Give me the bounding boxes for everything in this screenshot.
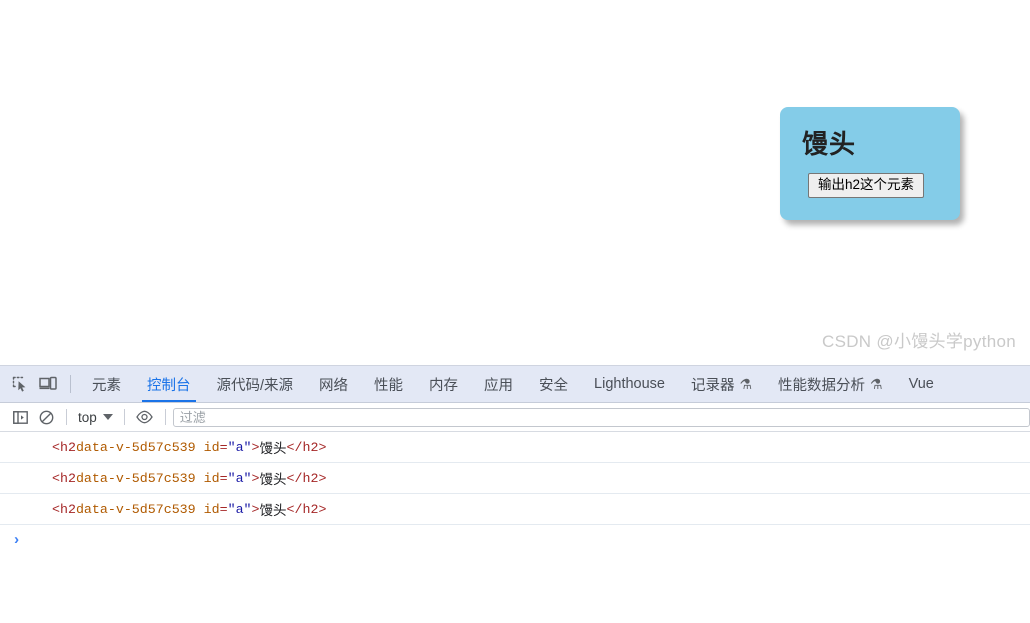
console-row[interactable]: <h2 data-v-5d57c539 id = "a" > 馒头 </h2>	[0, 432, 1030, 463]
tag-end: </h2>	[286, 501, 327, 517]
tabstrip-divider	[70, 375, 71, 393]
tab-label: 网络	[319, 377, 349, 394]
tab-label: 元素	[92, 377, 121, 394]
tab-recorder[interactable]: 记录器 ⚗	[678, 366, 765, 402]
node-text: 馒头	[259, 441, 287, 456]
equals: =	[219, 501, 228, 517]
console-row[interactable]: <h2 data-v-5d57c539 id = "a" > 馒头 </h2>	[0, 494, 1030, 525]
attr-name: id	[203, 439, 220, 455]
equals: =	[219, 439, 228, 455]
tab-label: Vue	[908, 376, 934, 392]
attr-value: "a"	[227, 470, 252, 486]
bracket: >	[251, 501, 260, 517]
bracket: >	[251, 470, 260, 486]
equals: =	[219, 470, 228, 486]
execution-context-dropdown[interactable]: top	[74, 407, 117, 427]
tab-label: Lighthouse	[594, 376, 665, 392]
tab-memory[interactable]: 内存	[416, 366, 471, 402]
node-text: 馒头	[259, 503, 287, 518]
devtools-tabstrip: 元素 控制台 源代码/来源 网络 性能 内存 应用 安全 Lighthouse …	[0, 366, 1030, 403]
attr-name: data-v-5d57c539	[75, 470, 196, 486]
tag-open: <h2	[52, 470, 76, 486]
console-sidebar-icon[interactable]	[7, 405, 33, 429]
tab-vue[interactable]: Vue	[896, 366, 947, 402]
tab-console[interactable]: 控制台	[134, 366, 204, 402]
bracket: >	[251, 439, 260, 455]
tag-open: <h2	[52, 501, 76, 517]
tag-end: </h2>	[286, 439, 327, 455]
toolbar-divider	[164, 409, 166, 425]
toolbar-divider	[123, 409, 125, 425]
node-text: 馒头	[259, 472, 287, 487]
attr-name: id	[203, 470, 220, 486]
devtools-panel: 元素 控制台 源代码/来源 网络 性能 内存 应用 安全 Lighthouse …	[0, 365, 1030, 623]
device-toolbar-icon[interactable]	[34, 370, 62, 398]
console-row[interactable]: <h2 data-v-5d57c539 id = "a" > 馒头 </h2>	[0, 463, 1030, 494]
csdn-watermark: CSDN @小馒头学python	[822, 332, 1016, 351]
console-output: <h2 data-v-5d57c539 id = "a" > 馒头 </h2> <h2 d…	[0, 432, 1030, 623]
tab-label: 源代码/来源	[216, 377, 294, 394]
toolbar-divider	[66, 409, 67, 425]
tab-lighthouse[interactable]: Lighthouse	[581, 366, 678, 402]
tab-label: 安全	[539, 377, 569, 394]
tab-performance-insights[interactable]: 性能数据分析 ⚗	[765, 366, 896, 402]
attr-name: data-v-5d57c539	[75, 501, 196, 517]
console-filter-input[interactable]	[172, 407, 1030, 427]
tab-network[interactable]: 网络	[306, 366, 361, 402]
tab-sources[interactable]: 源代码/来源	[204, 366, 307, 402]
execution-context-label: top	[78, 409, 97, 425]
tab-label: 性能	[374, 377, 404, 394]
tab-label: 记录器	[690, 377, 735, 394]
tab-application[interactable]: 应用	[471, 366, 526, 402]
browser-viewport: 馒头 输出h2这个元素 CSDN @小馒头学python	[0, 0, 1030, 365]
blue-card: 馒头 输出h2这个元素	[780, 107, 960, 220]
prompt-chevron-icon: ›	[12, 531, 22, 549]
chevron-down-icon	[102, 414, 113, 420]
clear-console-icon[interactable]	[33, 405, 59, 429]
tab-label: 控制台	[147, 377, 191, 394]
tab-label: 应用	[484, 377, 514, 394]
tab-label: 性能数据分析	[778, 377, 866, 394]
flask-icon: ⚗	[870, 376, 883, 392]
console-input-prompt[interactable]: ›	[0, 525, 1030, 555]
tag-end: </h2>	[286, 470, 327, 486]
live-expression-icon[interactable]	[132, 405, 158, 429]
screenshot-root: 馒头 输出h2这个元素 CSDN @小馒头学python 元素 控制台 源代码/…	[0, 0, 1030, 623]
tab-security[interactable]: 安全	[526, 366, 581, 402]
card-heading: 馒头	[802, 129, 857, 159]
inspect-element-icon[interactable]	[6, 370, 34, 398]
tab-label: 内存	[429, 377, 459, 394]
attr-name: data-v-5d57c539	[75, 439, 196, 455]
tag-open: <h2	[52, 439, 76, 455]
console-toolbar: top	[0, 403, 1030, 432]
attr-name: id	[203, 501, 220, 517]
attr-value: "a"	[227, 439, 252, 455]
tab-elements[interactable]: 元素	[79, 366, 134, 402]
tab-performance[interactable]: 性能	[361, 366, 416, 402]
output-h2-button[interactable]: 输出h2这个元素	[808, 173, 925, 199]
attr-value: "a"	[227, 501, 252, 517]
flask-icon: ⚗	[739, 376, 753, 392]
